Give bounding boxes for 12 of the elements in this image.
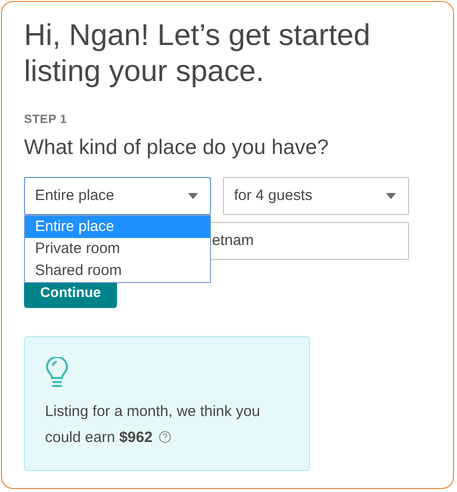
question-heading: What kind of place do you have? bbox=[24, 135, 330, 161]
lightbulb-icon bbox=[45, 357, 69, 389]
caret-icon bbox=[386, 193, 396, 199]
step-label: STEP 1 bbox=[24, 111, 68, 128]
caret-icon bbox=[188, 193, 198, 199]
page-heading: Hi, Ngan! Let’s get started listing your space. bbox=[24, 18, 372, 90]
place-type-select[interactable]: Entire place bbox=[24, 177, 211, 215]
dropdown-option[interactable]: Private room bbox=[25, 238, 210, 260]
earnings-estimate: Listing for a month, we think you could earn $962 bbox=[45, 402, 262, 448]
guests-select[interactable]: for 4 guests bbox=[223, 177, 409, 215]
help-icon[interactable] bbox=[158, 431, 171, 443]
location-field[interactable]: etnam bbox=[211, 222, 409, 260]
